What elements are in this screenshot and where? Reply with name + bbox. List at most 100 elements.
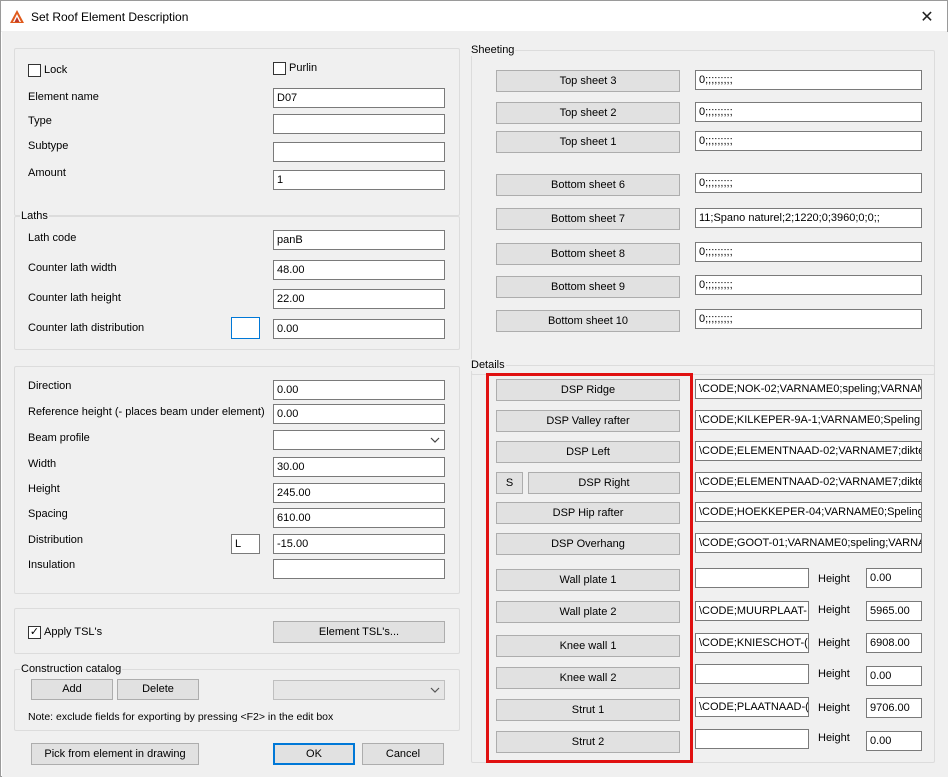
- element-name-field[interactable]: D07: [273, 88, 445, 108]
- reference-height-field[interactable]: 0.00: [273, 404, 445, 424]
- knee-wall-2-height-label: Height: [818, 668, 850, 680]
- window-title: Set Roof Element Description: [31, 10, 189, 24]
- top-sheet-3-field[interactable]: 0;;;;;;;;;: [695, 70, 922, 90]
- dsp-left-field[interactable]: \CODE;ELEMENTNAAD-02;VARNAME7;dikte: [695, 441, 922, 461]
- highlight-annotation-box: [486, 373, 693, 763]
- knee-wall-2-height-field[interactable]: 0.00: [866, 666, 922, 686]
- spacing-field[interactable]: 610.00: [273, 508, 445, 528]
- strut-2-field[interactable]: [695, 729, 809, 749]
- height-label: Height: [28, 483, 60, 495]
- strut-1-height-label: Height: [818, 702, 850, 714]
- top-sheet-2-button[interactable]: Top sheet 2: [496, 102, 680, 124]
- catalog-select-value: [274, 680, 424, 700]
- bottom-sheet-10-button[interactable]: Bottom sheet 10: [496, 310, 680, 332]
- amount-field[interactable]: 1: [273, 170, 445, 190]
- counter-lath-height-field[interactable]: 22.00: [273, 289, 445, 309]
- height-field[interactable]: 245.00: [273, 483, 445, 503]
- subtype-field[interactable]: [273, 142, 445, 162]
- width-label: Width: [28, 458, 57, 470]
- spacing-label: Spacing: [28, 508, 68, 520]
- dialog-body: Lock Purlin Element name D07 Type Subtyp…: [2, 32, 948, 777]
- bottom-sheet-10-field[interactable]: 0;;;;;;;;;: [695, 309, 922, 329]
- counter-lath-distribution-code-field[interactable]: [231, 317, 260, 339]
- close-button[interactable]: ✕: [907, 1, 947, 32]
- insulation-field[interactable]: [273, 559, 445, 579]
- close-icon: ✕: [920, 8, 934, 26]
- wall-plate-1-field[interactable]: [695, 568, 809, 588]
- type-label: Type: [28, 115, 52, 127]
- dsp-ridge-field[interactable]: \CODE;NOK-02;VARNAME0;speling;VARNAM: [695, 379, 922, 399]
- bottom-sheet-8-button[interactable]: Bottom sheet 8: [496, 243, 680, 265]
- laths-group-title: Laths: [20, 210, 49, 222]
- top-sheet-3-button[interactable]: Top sheet 3: [496, 70, 680, 92]
- knee-wall-1-height-label: Height: [818, 637, 850, 649]
- dsp-overhang-field[interactable]: \CODE;GOOT-01;VARNAME0;speling;VARNA: [695, 533, 922, 553]
- element-tsls-button[interactable]: Element TSL's...: [273, 621, 445, 643]
- counter-lath-width-field[interactable]: 48.00: [273, 260, 445, 280]
- add-button[interactable]: Add: [31, 679, 113, 700]
- catalog-select[interactable]: [273, 680, 445, 700]
- top-sheet-1-field[interactable]: 0;;;;;;;;;: [695, 131, 922, 151]
- lock-label: Lock: [44, 64, 68, 76]
- bottom-sheet-7-field[interactable]: 11;Spano naturel;2;1220;0;3960;0;0;;: [695, 208, 922, 228]
- lath-code-field[interactable]: panB: [273, 230, 445, 250]
- strut-2-height-field[interactable]: 0.00: [866, 731, 922, 751]
- strut-1-height-field[interactable]: 9706.00: [866, 698, 922, 718]
- bottom-sheet-7-button[interactable]: Bottom sheet 7: [496, 208, 680, 230]
- delete-button[interactable]: Delete: [117, 679, 199, 700]
- amount-label: Amount: [28, 167, 66, 179]
- direction-field[interactable]: 0.00: [273, 380, 445, 400]
- top-sheet-2-field[interactable]: 0;;;;;;;;;: [695, 102, 922, 122]
- knee-wall-2-field[interactable]: [695, 664, 809, 684]
- counter-lath-distribution-field[interactable]: 0.00: [273, 319, 445, 339]
- type-field[interactable]: [273, 114, 445, 134]
- width-field[interactable]: 30.00: [273, 457, 445, 477]
- pick-from-element-button[interactable]: Pick from element in drawing: [31, 743, 199, 765]
- counter-lath-distribution-label: Counter lath distribution: [28, 322, 145, 334]
- purlin-checkbox[interactable]: [273, 62, 286, 75]
- lath-code-label: Lath code: [28, 232, 77, 244]
- dsp-right-field[interactable]: \CODE;ELEMENTNAAD-02;VARNAME7;dikte: [695, 472, 922, 492]
- direction-label: Direction: [28, 380, 72, 392]
- bottom-sheet-6-field[interactable]: 0;;;;;;;;;: [695, 173, 922, 193]
- app-logo-icon: [10, 10, 24, 23]
- bottom-sheet-9-field[interactable]: 0;;;;;;;;;: [695, 275, 922, 295]
- bottom-sheet-9-button[interactable]: Bottom sheet 9: [496, 276, 680, 298]
- strut-1-field[interactable]: \CODE;PLAATNAAD-(: [695, 697, 809, 717]
- title-bar[interactable]: Set Roof Element Description ✕: [1, 1, 947, 32]
- catalog-group-title: Construction catalog: [20, 663, 123, 675]
- dsp-hip-rafter-field[interactable]: \CODE;HOEKKEPER-04;VARNAME0;Speling;: [695, 502, 922, 522]
- chevron-down-icon: [430, 437, 440, 443]
- strut-2-height-label: Height: [818, 732, 850, 744]
- bottom-sheet-6-button[interactable]: Bottom sheet 6: [496, 174, 680, 196]
- apply-tsl-label: Apply TSL's: [44, 626, 103, 638]
- apply-tsl-checkbox[interactable]: ✓: [28, 626, 41, 639]
- cancel-button[interactable]: Cancel: [362, 743, 444, 765]
- bottom-sheet-8-field[interactable]: 0;;;;;;;;;: [695, 242, 922, 262]
- knee-wall-1-height-field[interactable]: 6908.00: [866, 633, 922, 653]
- element-name-label: Element name: [28, 91, 99, 103]
- counter-lath-width-label: Counter lath width: [28, 262, 117, 274]
- lock-checkbox[interactable]: [28, 64, 41, 77]
- chevron-down-icon: [430, 687, 440, 693]
- beam-profile-label: Beam profile: [28, 432, 90, 444]
- dialog-window: Set Roof Element Description ✕ Lock Purl…: [0, 0, 948, 777]
- knee-wall-1-field[interactable]: \CODE;KNIESCHOT-(: [695, 633, 809, 653]
- ok-button[interactable]: OK: [273, 743, 355, 765]
- wall-plate-2-height-label: Height: [818, 604, 850, 616]
- wall-plate-1-height-field[interactable]: 0.00: [866, 568, 922, 588]
- wall-plate-2-field[interactable]: \CODE;MUURPLAAT-: [695, 601, 809, 621]
- beam-profile-value: [274, 430, 424, 450]
- purlin-label: Purlin: [289, 62, 318, 74]
- dsp-valley-rafter-field[interactable]: \CODE;KILKEPER-9A-1;VARNAME0;Speling;\: [695, 410, 922, 430]
- distribution-field[interactable]: -15.00: [273, 534, 445, 554]
- wall-plate-2-height-field[interactable]: 5965.00: [866, 601, 922, 621]
- beam-profile-select[interactable]: [273, 430, 445, 450]
- wall-plate-1-height-label: Height: [818, 573, 850, 585]
- subtype-label: Subtype: [28, 140, 69, 152]
- distribution-code-field[interactable]: L: [231, 534, 260, 554]
- reference-height-label: Reference height (- places beam under el…: [28, 406, 265, 418]
- counter-lath-height-label: Counter lath height: [28, 292, 121, 304]
- sheeting-group-title: Sheeting: [470, 44, 516, 56]
- top-sheet-1-button[interactable]: Top sheet 1: [496, 131, 680, 153]
